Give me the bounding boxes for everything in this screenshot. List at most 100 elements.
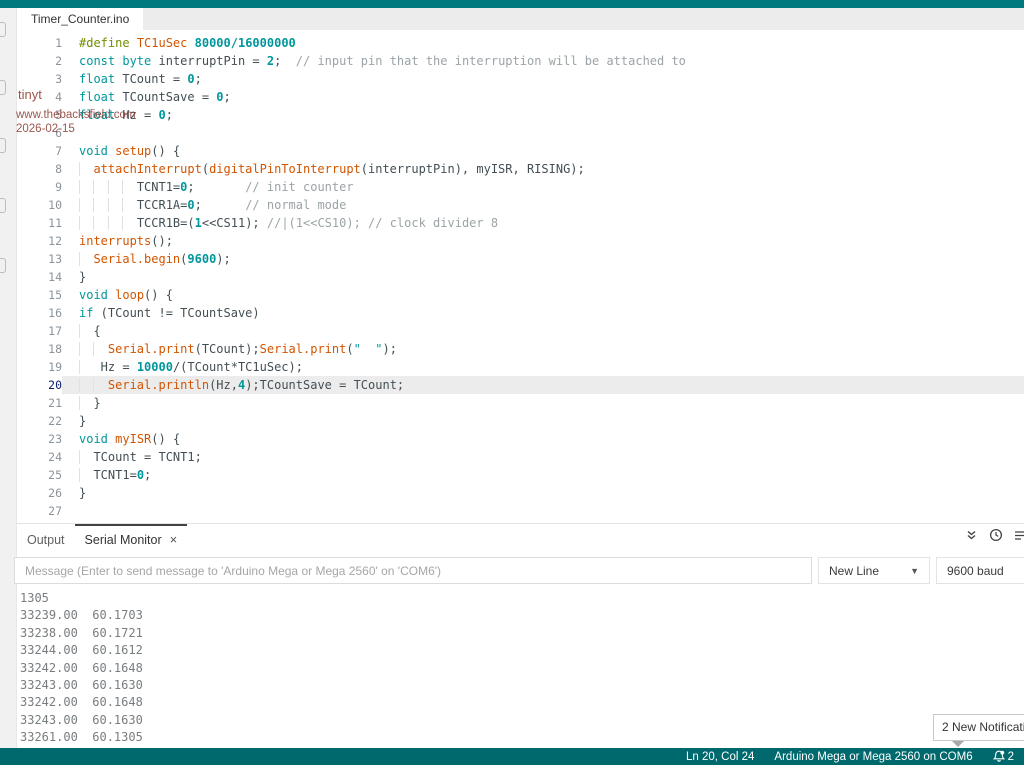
- line-ending-select[interactable]: New Line ▼: [818, 557, 930, 584]
- code-line[interactable]: 15void loop() {: [17, 286, 1024, 304]
- status-bar: Ln 20, Col 24 Arduino Mega or Mega 2560 …: [0, 748, 1024, 765]
- code-text: Serial.begin(9600);: [62, 250, 1024, 268]
- code-line[interactable]: 23void myISR() {: [17, 430, 1024, 448]
- line-number: 22: [17, 412, 62, 430]
- line-number: 16: [17, 304, 62, 322]
- code-text: TCCR1B=(1<<CS11); //|(1<<CS10); // clock…: [62, 214, 1024, 232]
- baud-rate-select[interactable]: 9600 baud: [936, 557, 1024, 584]
- line-number: 25: [17, 466, 62, 484]
- code-line[interactable]: 26}: [17, 484, 1024, 502]
- serial-output-line: 33238.00 60.1721: [20, 625, 1024, 642]
- notification-count: 2: [1008, 751, 1014, 763]
- sidebar-icon-fragment: [0, 80, 6, 95]
- code-text: float TCountSave = 0;: [62, 88, 1024, 106]
- code-text: interrupts();: [62, 232, 1024, 250]
- code-line[interactable]: 12interrupts();: [17, 232, 1024, 250]
- code-text: }: [62, 484, 1024, 502]
- code-editor[interactable]: 1#define TC1uSec 80000/160000002const by…: [17, 30, 1024, 523]
- tab-serial-monitor[interactable]: Serial Monitor ×: [75, 524, 188, 554]
- serial-controls: New Line ▼ 9600 baud: [14, 557, 1024, 584]
- code-line[interactable]: 4float TCountSave = 0;: [17, 88, 1024, 106]
- serial-message-input[interactable]: [14, 557, 812, 584]
- code-text: }: [62, 268, 1024, 286]
- code-lines: 1#define TC1uSec 80000/160000002const by…: [17, 34, 1024, 520]
- line-number: 3: [17, 70, 62, 88]
- notification-toast[interactable]: 2 New Notifications: [933, 714, 1024, 741]
- window-top-bar: [0, 0, 1024, 8]
- editor-tab-bar: Timer_Counter.ino: [17, 8, 1024, 30]
- code-text: attachInterrupt(digitalPinToInterrupt(in…: [62, 160, 1024, 178]
- serial-output-line: 1305: [20, 590, 1024, 607]
- arduino-ide-window: Timer_Counter.ino 1#define TC1uSec 80000…: [0, 0, 1024, 765]
- code-line[interactable]: 11 TCCR1B=(1<<CS11); //|(1<<CS10); // cl…: [17, 214, 1024, 232]
- line-number: 6: [17, 124, 62, 142]
- code-line[interactable]: 21 }: [17, 394, 1024, 412]
- tab-timer-counter-ino[interactable]: Timer_Counter.ino: [17, 8, 143, 30]
- toast-pointer: [952, 741, 964, 747]
- code-line[interactable]: 16if (TCount != TCountSave): [17, 304, 1024, 322]
- code-line[interactable]: 2const byte interruptPin = 2; // input p…: [17, 52, 1024, 70]
- code-line[interactable]: 17 {: [17, 322, 1024, 340]
- board-port-status[interactable]: Arduino Mega or Mega 2560 on COM6: [774, 751, 972, 763]
- code-line[interactable]: 22}: [17, 412, 1024, 430]
- serial-output-line: 33242.00 60.1648: [20, 660, 1024, 677]
- cursor-position[interactable]: Ln 20, Col 24: [686, 751, 754, 763]
- code-text: Hz = 10000/(TCount*TC1uSec);: [62, 358, 1024, 376]
- code-text: TCCR1A=0; // normal mode: [62, 196, 1024, 214]
- line-number: 1: [17, 34, 62, 52]
- code-line[interactable]: 27: [17, 502, 1024, 520]
- tab-label: Timer_Counter.ino: [31, 12, 129, 26]
- serial-output-line: 33244.00 60.1612: [20, 642, 1024, 659]
- line-ending-value: New Line: [829, 564, 879, 578]
- line-number: 23: [17, 430, 62, 448]
- serial-output[interactable]: 130533239.00 60.170333238.00 60.17213324…: [17, 586, 1024, 741]
- sidebar-icon-fragment: [0, 138, 6, 153]
- code-line[interactable]: 19 Hz = 10000/(TCount*TC1uSec);: [17, 358, 1024, 376]
- code-text: float Hz = 0;: [62, 106, 1024, 124]
- code-text: void setup() {: [62, 142, 1024, 160]
- code-line[interactable]: 9 TCNT1=0; // init counter: [17, 178, 1024, 196]
- clear-output-icon[interactable]: [1014, 529, 1024, 542]
- code-line[interactable]: 6: [17, 124, 1024, 142]
- code-line[interactable]: 13 Serial.begin(9600);: [17, 250, 1024, 268]
- code-line[interactable]: 24 TCount = TCNT1;: [17, 448, 1024, 466]
- line-number: 8: [17, 160, 62, 178]
- code-line[interactable]: 20 Serial.println(Hz,4);TCountSave = TCo…: [17, 376, 1024, 394]
- code-line[interactable]: 7void setup() {: [17, 142, 1024, 160]
- line-number: 10: [17, 196, 62, 214]
- sidebar-icon-fragment: [0, 198, 6, 213]
- timestamp-toggle-icon[interactable]: [989, 528, 1003, 542]
- code-text: Serial.print(TCount);Serial.print(" ");: [62, 340, 1024, 358]
- code-line[interactable]: 25 TCNT1=0;: [17, 466, 1024, 484]
- tab-output[interactable]: Output: [17, 524, 75, 554]
- serial-output-line: 33242.00 60.1648: [20, 694, 1024, 711]
- line-number: 11: [17, 214, 62, 232]
- sidebar-icon-fragment: [0, 22, 6, 37]
- line-number: 20: [17, 376, 62, 394]
- code-line[interactable]: 14}: [17, 268, 1024, 286]
- bell-icon: [993, 750, 1005, 763]
- line-number: 21: [17, 394, 62, 412]
- close-icon[interactable]: ×: [170, 532, 178, 547]
- line-number: 27: [17, 502, 62, 520]
- code-text: }: [62, 394, 1024, 412]
- line-number: 24: [17, 448, 62, 466]
- panel-tab-bar: Output Serial Monitor ×: [17, 524, 1024, 554]
- code-line[interactable]: 1#define TC1uSec 80000/16000000: [17, 34, 1024, 52]
- code-line[interactable]: 18 Serial.print(TCount);Serial.print(" "…: [17, 340, 1024, 358]
- chevron-down-icon: ▼: [910, 566, 919, 576]
- code-line[interactable]: 5float Hz = 0;: [17, 106, 1024, 124]
- code-text: float TCount = 0;: [62, 70, 1024, 88]
- notifications-button[interactable]: 2: [993, 750, 1014, 763]
- code-text: if (TCount != TCountSave): [62, 304, 1024, 322]
- collapse-panel-icon[interactable]: [965, 529, 978, 542]
- code-line[interactable]: 3float TCount = 0;: [17, 70, 1024, 88]
- code-line[interactable]: 8 attachInterrupt(digitalPinToInterrupt(…: [17, 160, 1024, 178]
- code-text: Serial.println(Hz,4);TCountSave = TCount…: [62, 376, 1024, 394]
- serial-output-line: 33243.00 60.1630: [20, 712, 1024, 729]
- serial-output-line: 33261.00 60.1305: [20, 729, 1024, 741]
- line-number: 2: [17, 52, 62, 70]
- sidebar-icon-fragment: [0, 258, 6, 273]
- code-text: }: [62, 412, 1024, 430]
- code-line[interactable]: 10 TCCR1A=0; // normal mode: [17, 196, 1024, 214]
